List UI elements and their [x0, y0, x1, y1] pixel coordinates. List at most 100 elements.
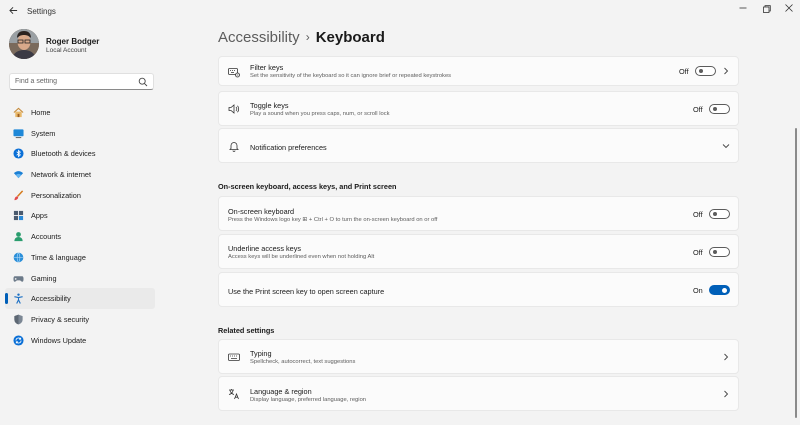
sidebar-item-label: Personalization: [31, 190, 81, 200]
on-screen-keyboard-card: On-screen keyboard Press the Windows log…: [218, 196, 739, 231]
close-button[interactable]: [780, 3, 798, 17]
chevron-down-icon: [722, 144, 730, 149]
sidebar-item-privacy[interactable]: Privacy & security: [5, 309, 155, 330]
app-title: Settings: [27, 7, 56, 16]
sidebar-item-label: Gaming: [31, 273, 57, 283]
language-region-card[interactable]: Language & region Display language, pref…: [218, 376, 739, 411]
notification-preferences-title: Notification preferences: [250, 143, 327, 152]
filter-keys-desc: Set the sensitivity of the keyboard so i…: [250, 73, 452, 79]
underline-title: Underline access keys: [228, 244, 302, 253]
back-arrow-icon: [8, 7, 17, 14]
breadcrumb-parent[interactable]: Accessibility: [218, 29, 300, 46]
sidebar-item-gaming[interactable]: Gaming: [5, 268, 155, 289]
language-icon: [228, 389, 239, 400]
accounts-icon: [14, 232, 23, 242]
section-heading-related: Related settings: [218, 326, 275, 335]
notification-preferences-card[interactable]: Notification preferences: [218, 128, 739, 163]
osk-title: On-screen keyboard: [228, 207, 295, 216]
sidebar-item-label: Accounts: [31, 232, 62, 242]
typing-desc: Spellcheck, autocorrect, text suggestion…: [250, 359, 356, 365]
sidebar-item-label: Network & internet: [31, 170, 92, 180]
language-title: Language & region: [250, 387, 312, 396]
filter-keys-card[interactable]: Filter keys Set the sensitivity of the k…: [218, 56, 739, 86]
sidebar-item-label: Accessibility: [31, 294, 71, 304]
toggle-keys-toggle[interactable]: [709, 104, 730, 114]
osk-desc: Press the Windows logo key ⊞ + Ctrl + O …: [228, 217, 438, 223]
system-icon: [13, 129, 24, 138]
home-icon: [13, 107, 24, 118]
bell-icon: [229, 142, 239, 152]
print-screen-title: Use the Print screen key to open screen …: [228, 287, 385, 296]
sidebar-item-label: Time & language: [31, 252, 86, 262]
toggle-keys-title: Toggle keys: [250, 101, 289, 110]
print-screen-toggle[interactable]: [709, 285, 730, 295]
osk-state: Off: [693, 210, 703, 219]
globe-clock-icon: [13, 252, 24, 263]
minimize-button[interactable]: [734, 3, 752, 17]
search-input[interactable]: [15, 76, 135, 87]
underline-toggle[interactable]: [709, 247, 730, 257]
print-screen-card: Use the Print screen key to open screen …: [218, 272, 739, 307]
sidebar-item-label: Privacy & security: [31, 314, 89, 324]
typing-title: Typing: [250, 349, 272, 358]
osk-toggle[interactable]: [709, 209, 730, 219]
account-type: Local Account: [46, 47, 87, 54]
shield-icon: [14, 314, 23, 325]
underline-state: Off: [693, 248, 703, 257]
filter-keys-toggle[interactable]: [695, 66, 716, 76]
sidebar-item-accessibility[interactable]: Accessibility: [5, 288, 155, 309]
restore-icon: [763, 5, 771, 13]
sidebar-item-accounts[interactable]: Accounts: [5, 226, 155, 247]
underline-desc: Access keys will be underlined even when…: [228, 254, 375, 260]
typing-card[interactable]: Typing Spellcheck, autocorrect, text sug…: [218, 339, 739, 374]
sidebar-item-network[interactable]: Network & internet: [5, 164, 155, 185]
sidebar-nav: Home System Bluetooth & devices Network …: [5, 102, 155, 350]
sidebar-item-label: Apps: [31, 211, 48, 221]
title-bar: Settings: [0, 0, 800, 24]
minimize-icon: [739, 7, 747, 9]
sidebar-item-time-language[interactable]: Time & language: [5, 247, 155, 268]
avatar[interactable]: [9, 29, 39, 59]
page-title: Keyboard: [315, 29, 385, 46]
breadcrumb: Accessibility › Keyboard: [218, 29, 385, 46]
search-icon: [138, 77, 148, 87]
sidebar-item-apps[interactable]: Apps: [5, 205, 155, 226]
toggle-keys-card: Toggle keys Play a sound when you press …: [218, 91, 739, 126]
apps-icon: [13, 211, 24, 221]
chevron-right-icon: [724, 390, 729, 398]
toggle-keys-state: Off: [693, 105, 703, 114]
sidebar-item-home[interactable]: Home: [5, 102, 155, 123]
avatar-photo: [9, 29, 39, 59]
sidebar-item-label: Bluetooth & devices: [31, 149, 96, 159]
filter-keys-state: Off: [679, 67, 689, 76]
sidebar-item-bluetooth[interactable]: Bluetooth & devices: [5, 143, 155, 164]
print-screen-state: On: [693, 286, 703, 295]
user-name: Roger Bodger: [46, 37, 100, 46]
breadcrumb-separator: ›: [305, 30, 310, 44]
chevron-right-icon: [724, 353, 729, 361]
accessibility-icon: [14, 293, 23, 304]
speaker-icon: [228, 104, 240, 114]
network-icon: [13, 171, 24, 179]
filter-keys-icon: [228, 68, 240, 78]
bluetooth-icon: [13, 148, 24, 159]
toggle-keys-desc: Play a sound when you press caps, num, o…: [250, 111, 390, 117]
close-icon: [785, 4, 793, 12]
language-desc: Display language, preferred language, re…: [250, 397, 367, 403]
sidebar-item-personalization[interactable]: Personalization: [5, 185, 155, 206]
sidebar-item-label: System: [31, 128, 56, 138]
sidebar-item-system[interactable]: System: [5, 123, 155, 144]
sidebar-item-label: Windows Update: [31, 335, 87, 345]
filter-keys-title: Filter keys: [250, 63, 284, 72]
restore-button[interactable]: [758, 3, 776, 17]
brush-icon: [14, 190, 24, 200]
sidebar-item-label: Home: [31, 108, 51, 117]
sidebar-item-windows-update[interactable]: Windows Update: [5, 330, 155, 351]
search-box[interactable]: [9, 73, 154, 90]
gamepad-icon: [13, 275, 24, 282]
chevron-right-icon: [724, 67, 729, 75]
update-icon: [13, 335, 24, 346]
back-button[interactable]: [6, 5, 20, 19]
vertical-scrollbar[interactable]: [795, 128, 797, 418]
underline-access-keys-card: Underline access keys Access keys will b…: [218, 234, 739, 269]
